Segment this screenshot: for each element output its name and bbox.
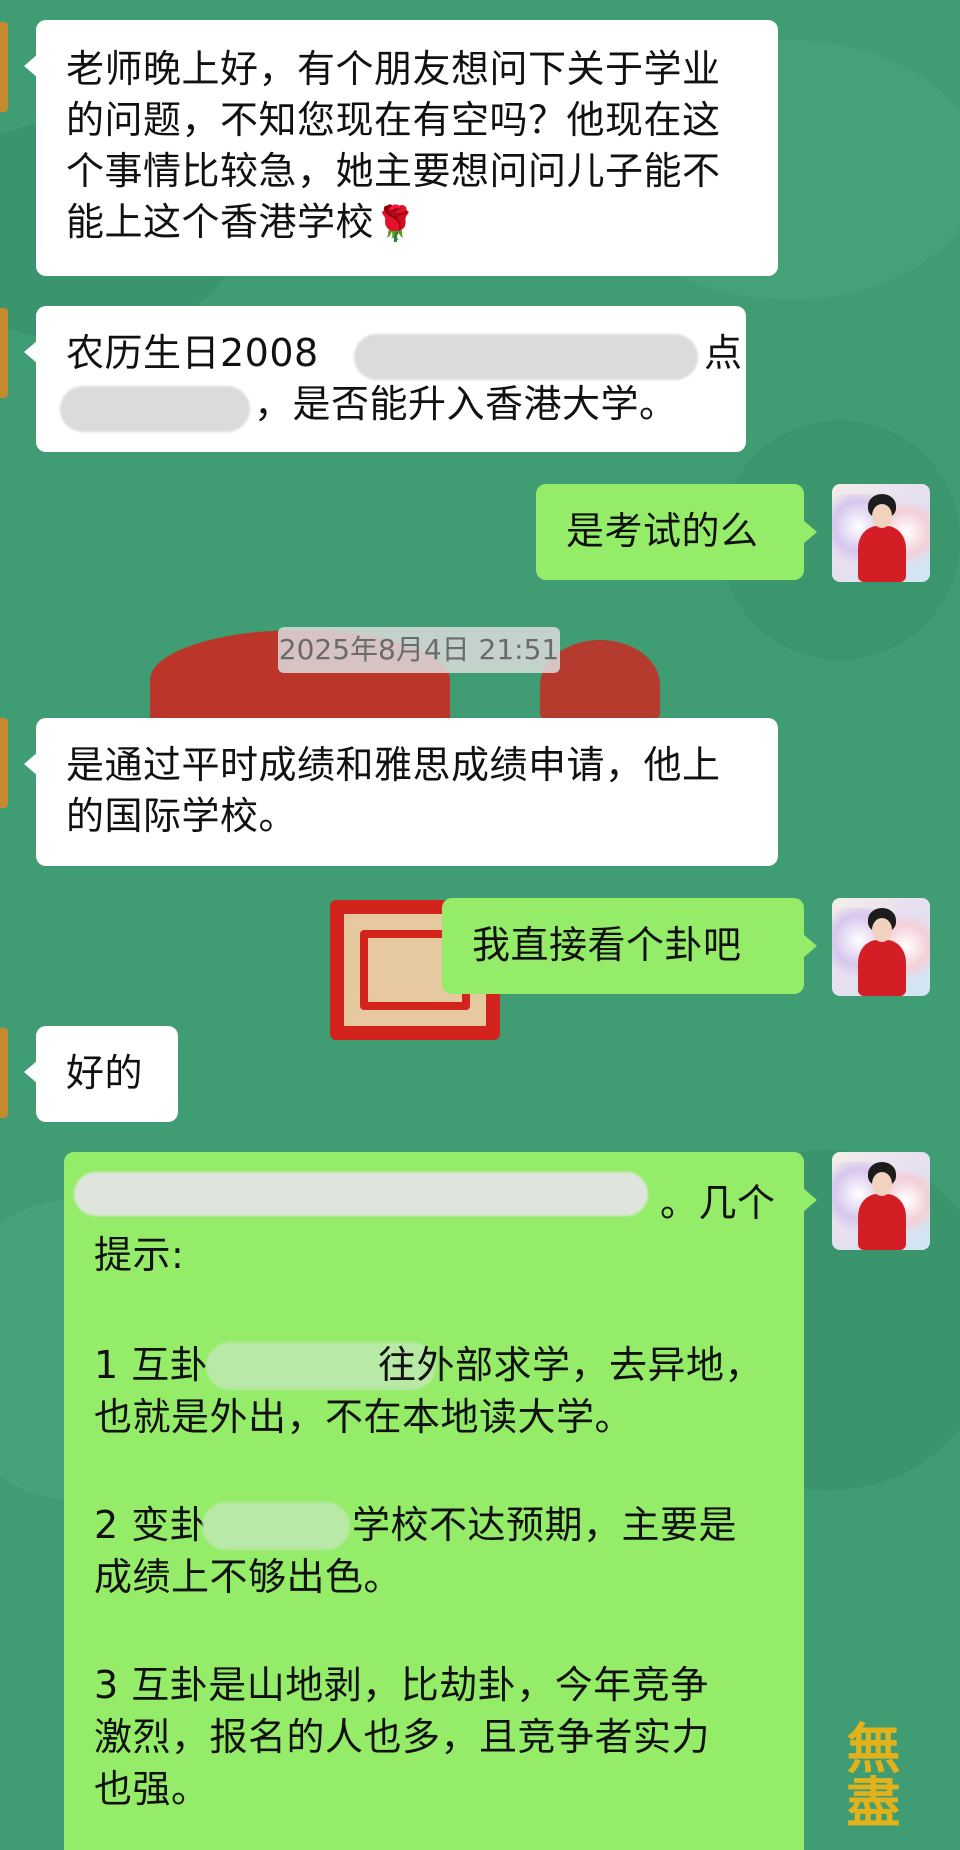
user-avatar[interactable] xyxy=(832,1152,930,1250)
message-text: 往外部求学，去异地， xyxy=(378,1343,764,1387)
redacted-area xyxy=(60,386,250,432)
message-text: 也就是外出，不在本地读大学。 xyxy=(94,1395,634,1439)
message-bubble-incoming[interactable]: 是通过平时成绩和雅思成绩申请，他上的国际学校。 xyxy=(24,718,778,866)
message-bubble-incoming[interactable]: 农历生日2008 点 ，是否能升入香港大学。 xyxy=(24,306,746,452)
message-bubble-outgoing[interactable]: 是考试的么 xyxy=(536,484,817,580)
message-text: 2 变卦 xyxy=(94,1503,209,1547)
rose-emoji: 🌹 xyxy=(374,204,417,244)
message-text: 。几个 xyxy=(660,1181,776,1225)
message-text: 农历生日2008 xyxy=(66,331,319,375)
message-bubble-incoming[interactable]: 老师晚上好，有个朋友想问下关于学业的问题，不知您现在有空吗？他现在这个事情比较急… xyxy=(24,20,778,276)
message-bubble-outgoing[interactable]: 我直接看个卦吧 xyxy=(442,898,817,994)
message-timestamp: 2025年8月4日 21:51 xyxy=(278,627,560,673)
message-text: 我直接看个卦吧 xyxy=(472,923,742,967)
message-text: 成绩上不够出色。 xyxy=(94,1555,403,1599)
message-text: 是考试的么 xyxy=(566,509,759,553)
message-text: 学校不达预期，主要是 xyxy=(352,1503,738,1547)
message-text: 也强。 xyxy=(94,1767,210,1811)
contact-avatar-edge[interactable] xyxy=(0,22,8,112)
message-text: 激烈，报名的人也多，且竞争者实力 xyxy=(94,1715,711,1759)
message-text: ，是否能升入香港大学。 xyxy=(254,382,678,426)
user-avatar[interactable] xyxy=(832,484,930,582)
redacted-area xyxy=(354,334,698,380)
redacted-area xyxy=(74,1172,648,1216)
message-text: 是通过平时成绩和雅思成绩申请，他上的国际学校。 xyxy=(66,743,721,838)
contact-avatar-edge[interactable] xyxy=(0,308,8,398)
redacted-area xyxy=(202,1502,350,1550)
message-bubble-outgoing[interactable]: 。几个 提示: 1 互卦 往外部求学，去异地， 也就是外出，不在本地读大学。 2… xyxy=(64,1152,817,1850)
message-text: 1 互卦 xyxy=(94,1343,209,1387)
message-text: 好的 xyxy=(66,1051,144,1095)
message-text: 3 互卦是山地剥，比劫卦，今年竞争 xyxy=(94,1663,709,1707)
message-text: 提示: xyxy=(94,1233,185,1277)
message-text: 点 xyxy=(704,331,743,375)
user-avatar[interactable] xyxy=(832,898,930,996)
wallpaper-calligraphy: 無盡 xyxy=(837,1720,901,1828)
message-bubble-incoming[interactable]: 好的 xyxy=(24,1026,178,1122)
contact-avatar-edge[interactable] xyxy=(0,1028,8,1118)
contact-avatar-edge[interactable] xyxy=(0,718,8,808)
